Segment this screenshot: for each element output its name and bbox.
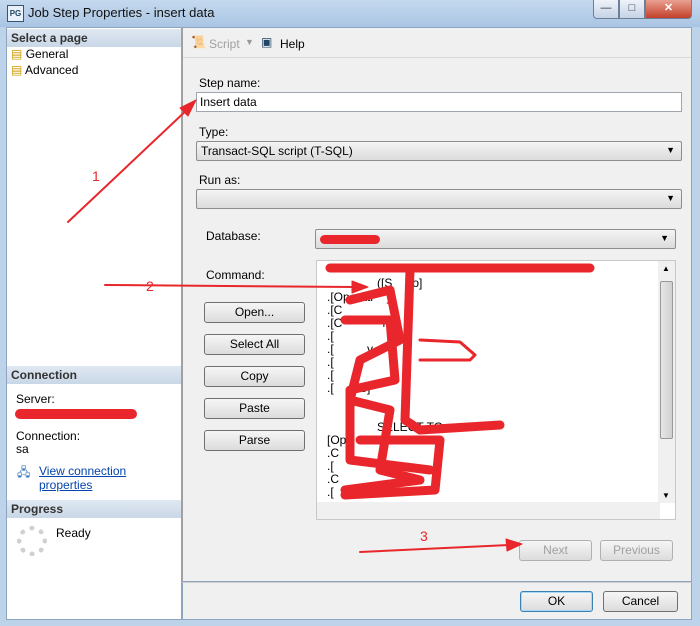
previous-button[interactable]: Previous	[600, 540, 673, 561]
help-button[interactable]: Help	[280, 37, 305, 51]
type-select[interactable]: Transact-SQL script (T-SQL) ▼	[196, 141, 682, 161]
command-line: .[C No]	[327, 316, 402, 330]
scroll-down-icon[interactable]: ▼	[662, 491, 670, 500]
progress-spinner-icon	[17, 526, 47, 556]
command-line: .[	[327, 485, 334, 499]
type-value: Transact-SQL script (T-SQL)	[201, 144, 353, 158]
connection-header: Connection	[7, 366, 181, 384]
type-label: Type:	[199, 125, 229, 139]
scrollbar-thumb[interactable]	[660, 281, 673, 439]
help-icon: ▣	[261, 35, 273, 49]
progress-status: Ready	[56, 526, 91, 540]
database-label: Database:	[206, 229, 261, 243]
connection-properties-icon: 🖧	[17, 465, 31, 479]
script-icon: 📜	[191, 35, 206, 49]
chevron-down-icon: ▼	[660, 233, 669, 243]
connection-label: Connection:	[16, 429, 81, 443]
redacted-database	[320, 235, 380, 244]
next-button[interactable]: Next	[519, 540, 592, 561]
toolbar: 📜 Script ▼ ▣ Help	[183, 28, 691, 58]
parse-button[interactable]: Parse	[204, 430, 305, 451]
minimize-button[interactable]: —	[593, 0, 619, 19]
chevron-down-icon: ▼	[666, 193, 675, 203]
database-select[interactable]: ▼	[315, 229, 676, 249]
select-page-header: Select a page	[7, 29, 181, 47]
page-label: Advanced	[25, 63, 79, 77]
run-as-select[interactable]: ▼	[196, 189, 682, 209]
page-properties-icon: ▤	[11, 63, 23, 77]
open-button[interactable]: Open...	[204, 302, 305, 323]
redacted-server	[15, 409, 137, 419]
connection-value: sa	[16, 442, 29, 456]
command-editor[interactable]: ([S o] .[Operati y .[C .[C No] .[.[ y ] .[.[.…	[316, 260, 676, 520]
maximize-button[interactable]: □	[619, 0, 645, 19]
paste-button[interactable]: Paste	[204, 398, 305, 419]
server-label: Server:	[16, 392, 55, 406]
select-all-button[interactable]: Select All	[204, 334, 305, 355]
view-connection-properties-link[interactable]: View connection properties	[39, 464, 181, 492]
chevron-down-icon[interactable]: ▼	[245, 37, 254, 47]
command-line: .[ y ]	[327, 342, 394, 356]
window-title: Job Step Properties - insert data	[28, 5, 215, 20]
page-advanced[interactable]: ▤ Advanced	[11, 63, 78, 77]
command-line: ([S o]	[377, 276, 423, 290]
chevron-down-icon: ▼	[666, 145, 675, 155]
vertical-scrollbar[interactable]: ▲ ▼	[658, 261, 675, 503]
script-button[interactable]: Script	[209, 37, 240, 51]
sidebar: Select a page ▤ General ▤ Advanced Conne…	[6, 27, 182, 620]
run-as-label: Run as:	[199, 173, 241, 187]
cancel-button[interactable]: Cancel	[603, 591, 678, 612]
command-label: Command:	[206, 268, 265, 282]
step-name-input[interactable]: Insert data	[196, 92, 682, 112]
page-label: General	[25, 47, 69, 61]
title-bar: PG Job Step Properties - insert data — □…	[0, 0, 700, 27]
app-icon: PG	[7, 5, 24, 22]
progress-header: Progress	[7, 500, 181, 518]
scroll-up-icon[interactable]: ▲	[662, 264, 670, 273]
ok-button[interactable]: OK	[520, 591, 593, 612]
step-name-label: Step name:	[199, 76, 261, 90]
horizontal-scrollbar[interactable]	[317, 502, 660, 519]
command-line: .[ o]	[327, 381, 371, 395]
command-line: SELECT TO	[377, 420, 444, 434]
page-general[interactable]: ▤ General	[11, 47, 68, 61]
close-button[interactable]: ✕	[645, 0, 692, 19]
copy-button[interactable]: Copy	[204, 366, 305, 387]
page-properties-icon: ▤	[11, 47, 23, 61]
